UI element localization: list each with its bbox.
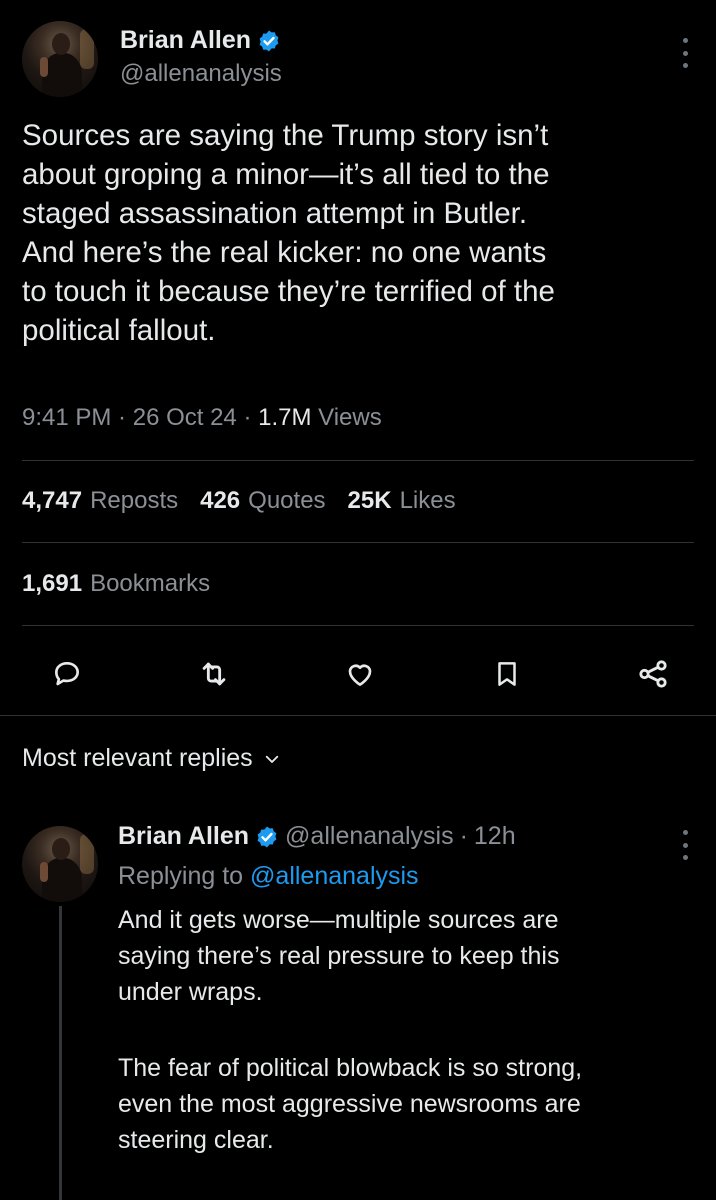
replying-prefix: Replying to	[118, 862, 244, 890]
quotes-label: Quotes	[248, 487, 326, 514]
author-name-row[interactable]: Brian Allen	[120, 26, 281, 55]
post-text: Sources are saying the Trump story isn’t…	[22, 119, 555, 347]
quotes-count: 426	[200, 487, 241, 514]
author-name[interactable]: Brian Allen	[120, 26, 251, 55]
separator-dot: ·	[459, 822, 468, 850]
reply-header: Brian Allen @allenanalysis · 12h	[118, 822, 516, 851]
likes-stat[interactable]: 25K Likes	[348, 487, 456, 515]
likes-label: Likes	[399, 487, 456, 514]
more-options-icon[interactable]	[678, 38, 692, 68]
likes-count: 25K	[347, 487, 392, 514]
chevron-down-icon	[265, 755, 278, 763]
post-time[interactable]: 9:41 PM	[22, 404, 111, 431]
bookmarks-count: 1,691	[22, 570, 83, 597]
reply-text-paragraph: And it gets worse—multiple sources are s…	[118, 906, 560, 1006]
replying-mention[interactable]: @allenanalysis	[250, 862, 419, 890]
thread-line	[59, 906, 62, 1200]
divider	[22, 625, 694, 626]
post-meta: 9:41 PM · 26 Oct 24 · 1.7M Views	[22, 404, 382, 431]
reposts-label: Reposts	[90, 487, 179, 514]
bookmark-icon[interactable]	[490, 657, 524, 691]
quotes-stat[interactable]: 426 Quotes	[200, 487, 325, 515]
repost-icon[interactable]	[197, 657, 231, 691]
tweet-page: Brian Allen @allenanalysis Sources are s…	[0, 0, 716, 1200]
like-icon[interactable]	[343, 657, 377, 691]
views-label: Views	[318, 404, 382, 431]
reply-text-paragraph: The fear of political blowback is so str…	[118, 1054, 583, 1154]
verified-badge-icon	[257, 826, 277, 847]
bookmarks-label: Bookmarks	[90, 570, 211, 597]
reply-author-name[interactable]: Brian Allen	[118, 822, 249, 851]
bookmarks-stat[interactable]: 1,691 Bookmarks	[22, 570, 210, 598]
post-date[interactable]: 26 Oct 24	[133, 404, 237, 431]
reply-more-options-icon[interactable]	[678, 830, 692, 860]
views-count: 1.7M	[258, 404, 312, 431]
share-icon[interactable]	[636, 657, 670, 691]
reply-time[interactable]: 12h	[474, 822, 516, 851]
divider	[22, 542, 694, 543]
reply-author-handle[interactable]: @allenanalysis	[285, 822, 454, 851]
author-avatar[interactable]	[22, 21, 98, 97]
engagement-stats: 4,747 Reposts 426 Quotes 25K Likes	[22, 487, 456, 515]
verified-badge-icon	[259, 30, 279, 51]
divider	[22, 460, 694, 461]
replying-to: Replying to @allenanalysis	[118, 862, 419, 891]
replies-sort-label: Most relevant replies	[22, 744, 253, 772]
reply-author-avatar[interactable]	[22, 826, 98, 902]
replies-sort-dropdown[interactable]: Most relevant replies	[22, 744, 281, 773]
section-divider	[0, 715, 716, 716]
author-handle[interactable]: @allenanalysis	[120, 60, 282, 88]
reply-icon[interactable]	[50, 657, 84, 691]
action-bar	[50, 652, 670, 696]
reposts-count: 4,747	[22, 487, 83, 514]
reposts-stat[interactable]: 4,747 Reposts	[22, 487, 178, 515]
bookmark-stats: 1,691 Bookmarks	[22, 570, 210, 598]
